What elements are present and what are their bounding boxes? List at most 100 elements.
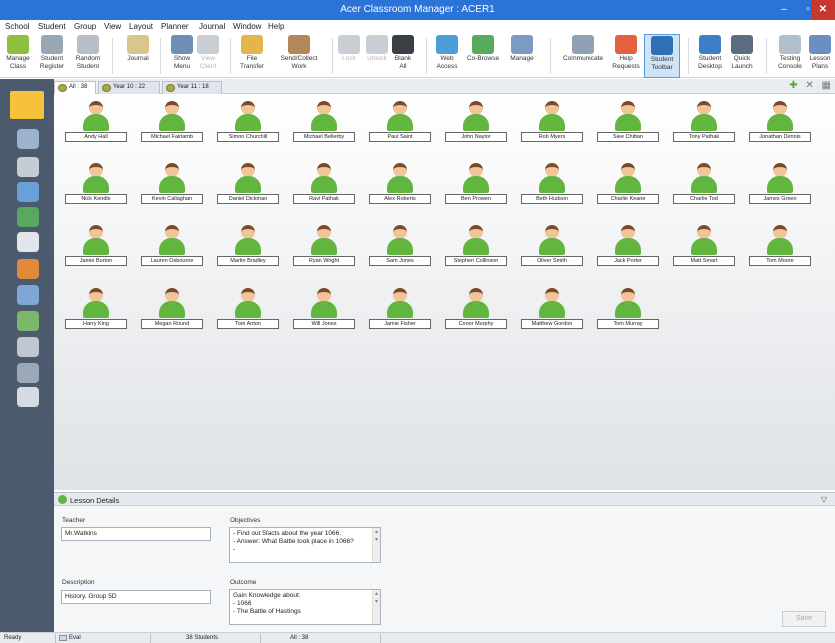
student-jamie-burton[interactable]: Jamie Burton xyxy=(62,223,130,268)
save-button[interactable]: Save xyxy=(782,611,826,627)
quick-launch-button[interactable]: Quick Launch xyxy=(726,34,758,78)
web-icon[interactable] xyxy=(17,207,39,227)
student-tom-anton[interactable]: Tom Anton xyxy=(214,286,282,331)
student-will-jones[interactable]: Will Jones xyxy=(290,286,358,331)
help-requests-button[interactable]: Help Requests xyxy=(608,34,644,78)
student-martin-bradley[interactable]: Martin Bradley xyxy=(214,223,282,268)
student-avatar-icon xyxy=(697,225,711,239)
student-conor-murphy[interactable]: Conor Murphy xyxy=(442,286,510,331)
manage-class-icon xyxy=(7,35,29,54)
communicate-button[interactable]: Communicate xyxy=(558,34,608,78)
home-icon[interactable] xyxy=(10,91,44,119)
web-access-button[interactable]: Web Access xyxy=(432,34,462,78)
manage-class-button[interactable]: Manage Class xyxy=(2,34,34,78)
journal-icon xyxy=(127,35,149,54)
menu-student[interactable]: Student xyxy=(38,22,66,31)
student-tom-moore[interactable]: Tom Moore xyxy=(746,223,814,268)
printer-icon[interactable] xyxy=(17,285,39,305)
add-group-icon[interactable]: ✚ xyxy=(789,80,797,91)
student-siee-chittan[interactable]: Siee Chittan xyxy=(594,99,662,144)
tab-all-38[interactable]: All : 38 xyxy=(54,81,96,94)
monitor-graph-icon[interactable] xyxy=(17,387,39,407)
unlock-button[interactable]: Unlock xyxy=(364,34,390,78)
menu-window[interactable]: Window xyxy=(233,22,261,31)
lesson-plans-button[interactable]: Lesson Plans xyxy=(806,34,834,78)
student-ben-prowen[interactable]: Ben Prowen xyxy=(442,161,510,206)
thumbnail-view-icon[interactable] xyxy=(17,129,39,149)
journal-button[interactable]: Journal xyxy=(118,34,158,78)
manage-button[interactable]: Manage xyxy=(504,34,540,78)
student-charlie-tod[interactable]: Charlie Tod xyxy=(670,161,738,206)
outcome-textarea[interactable]: ▴ ▾ Gain Knowledge about: - 1066- The Batt… xyxy=(229,589,381,625)
show-menu-button[interactable]: Show Menu xyxy=(168,34,196,78)
random-student-button[interactable]: Random Student xyxy=(70,34,106,78)
menu-school[interactable]: School xyxy=(5,22,29,31)
student-toolbar-button[interactable]: Student Toolbar xyxy=(644,34,680,78)
student-john-naylor[interactable]: John Naylor xyxy=(442,99,510,144)
menu-layout[interactable]: Layout xyxy=(129,22,153,31)
student-alex-roberts[interactable]: Alex Roberts xyxy=(366,161,434,206)
menu-view[interactable]: View xyxy=(104,22,121,31)
student-kevin-callaghan[interactable]: Kevin Callaghan xyxy=(138,161,206,206)
testing-console-button[interactable]: Testing Console xyxy=(774,34,806,78)
student-paul-saint[interactable]: Paul Saint xyxy=(366,99,434,144)
student-beth-hudson[interactable]: Beth Hudson xyxy=(518,161,586,206)
usb-icon[interactable] xyxy=(17,363,39,383)
student-rob-myers[interactable]: Rob Myers xyxy=(518,99,586,144)
student-jack-porter[interactable]: Jack Porter xyxy=(594,223,662,268)
application-icon[interactable] xyxy=(17,232,39,252)
student-jamie-fisher[interactable]: Jamie Fisher xyxy=(366,286,434,331)
student-andy-hall[interactable]: Andy Hall xyxy=(62,99,130,144)
student-michael-bellerby[interactable]: Michael Bellerby xyxy=(290,99,358,144)
outcome-scrollbar[interactable]: ▴ ▾ xyxy=(372,590,380,624)
minimize-button[interactable]: – xyxy=(771,0,797,20)
student-body xyxy=(159,114,185,131)
co-browse-button[interactable]: Co-Browse xyxy=(462,34,504,78)
tab-year-10-22[interactable]: Year 10 : 22 xyxy=(98,81,160,94)
student-charlie-keane[interactable]: Charlie Keane xyxy=(594,161,662,206)
student-ryan-wright[interactable]: Ryan Wright xyxy=(290,223,358,268)
audio-icon[interactable] xyxy=(17,157,39,177)
teacher-field[interactable]: Mr.Watkins xyxy=(61,527,211,541)
student-stephen-collinson[interactable]: Stephen Collinson xyxy=(442,223,510,268)
student-oliver-smith[interactable]: Oliver Smith xyxy=(518,223,586,268)
menu-journal[interactable]: Journal xyxy=(199,22,225,31)
student-desktop-button[interactable]: Student Desktop xyxy=(694,34,726,78)
objectives-textarea[interactable]: ▴ ▾ - Find out 5facts about the year 1066… xyxy=(229,527,381,563)
close-button[interactable]: ✕ xyxy=(811,0,835,20)
pie-chart-icon[interactable] xyxy=(17,259,39,279)
student-daniel-dickman[interactable]: Daniel Dickman xyxy=(214,161,282,206)
student-megan-round[interactable]: Megan Round xyxy=(138,286,206,331)
menu-help[interactable]: Help xyxy=(268,22,284,31)
student-ravi-pathak[interactable]: Ravi Pathak xyxy=(290,161,358,206)
student-james-green[interactable]: James Green xyxy=(746,161,814,206)
student-matthew-gordon[interactable]: Matthew Gordon xyxy=(518,286,586,331)
student-matt-smart[interactable]: Matt Smart xyxy=(670,223,738,268)
student-register-button[interactable]: Student Register xyxy=(36,34,68,78)
student-tom-murray[interactable]: Tom Murray xyxy=(594,286,662,331)
close-group-icon[interactable]: ✕ xyxy=(805,80,813,91)
description-field[interactable]: History. Group 5D xyxy=(61,590,211,604)
student-tony-pathak[interactable]: Tony Pathak xyxy=(670,99,738,144)
objectives-scrollbar[interactable]: ▴ ▾ xyxy=(372,528,380,562)
student-harry-king[interactable]: Harry King xyxy=(62,286,130,331)
student-lauren-osbourne[interactable]: Lauren Osbourne xyxy=(138,223,206,268)
student-jonathan-dennis[interactable]: Jonathan Dennis xyxy=(746,99,814,144)
grid-view-icon[interactable]: ▦ xyxy=(822,80,831,91)
menu-group[interactable]: Group xyxy=(74,22,96,31)
policy-icon[interactable] xyxy=(17,182,39,202)
menu-planner[interactable]: Planner xyxy=(161,22,189,31)
file-transfer-button[interactable]: File Transfer xyxy=(236,34,268,78)
student-sam-jones[interactable]: Sam Jones xyxy=(366,223,434,268)
tab-year-11-18[interactable]: Year 11 : 18 xyxy=(162,81,222,94)
view-client-button[interactable]: View Client xyxy=(196,34,220,78)
blank-all-button[interactable]: Blank All xyxy=(390,34,416,78)
student-nick-kendle[interactable]: Nick Kendle xyxy=(62,161,130,206)
keystroke-icon[interactable] xyxy=(17,337,39,357)
lock-button[interactable]: Lock xyxy=(336,34,362,78)
student-michael-fairlamb[interactable]: Michael Fairlamb xyxy=(138,99,206,144)
devices-icon[interactable] xyxy=(17,311,39,331)
student-simon-churchill[interactable]: Simon Churchill xyxy=(214,99,282,144)
collapse-icon[interactable]: ▽ xyxy=(821,495,827,504)
send-collect-work-button[interactable]: Send/Collect Work xyxy=(270,34,328,78)
